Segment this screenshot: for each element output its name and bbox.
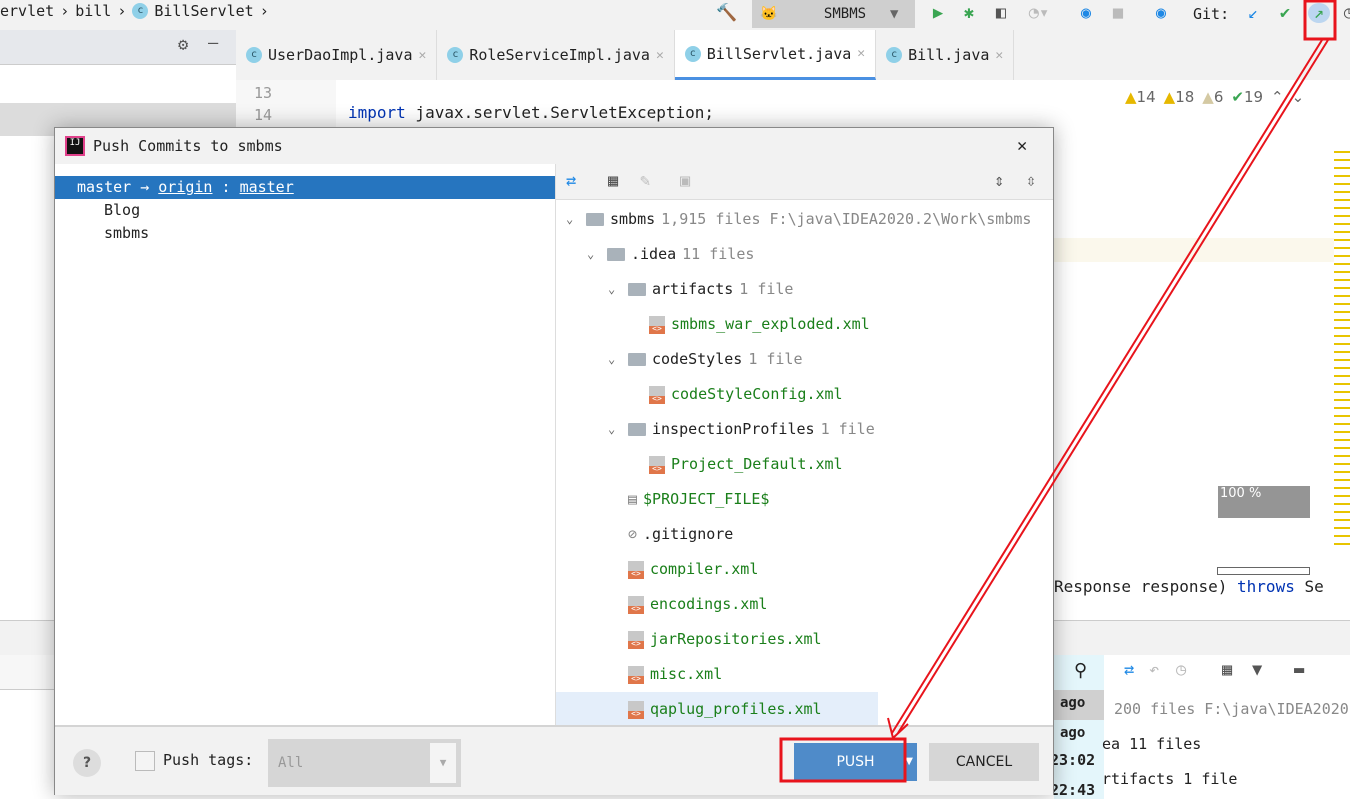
annotation-arrow <box>897 39 1329 734</box>
annotation-arrow <box>891 39 1323 734</box>
annotation-box-git-push <box>1303 0 1337 41</box>
annotation-overlay <box>779 0 1337 783</box>
annotation-box-push-button <box>779 737 907 783</box>
